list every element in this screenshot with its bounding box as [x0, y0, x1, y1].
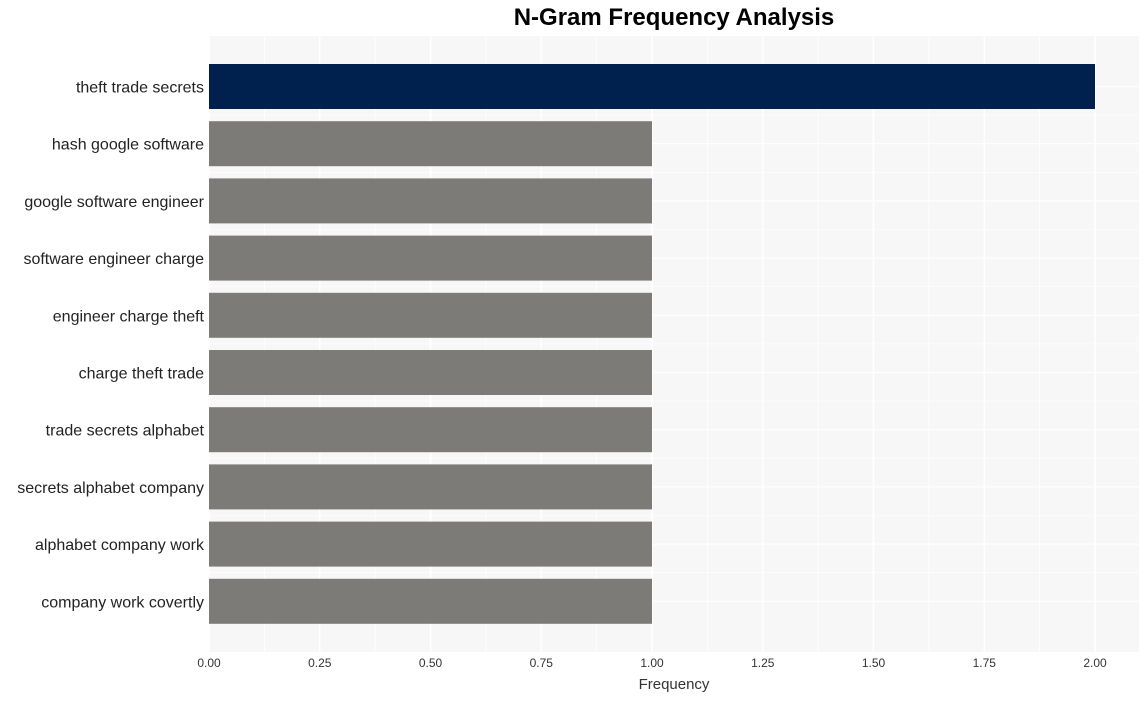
x-tick-label: 0.50	[419, 656, 443, 670]
bar-charge-theft-trade	[209, 350, 652, 395]
bar-hash-google-software	[209, 121, 652, 167]
x-tick-label: 1.75	[973, 656, 997, 670]
category-label: engineer charge theft	[53, 308, 205, 325]
bar-engineer-charge-theft	[209, 292, 652, 338]
category-label: charge theft trade	[79, 366, 205, 383]
x-tick-label: 2.00	[1083, 656, 1107, 670]
category-label: google software engineer	[24, 194, 204, 211]
x-tick-label: 0.75	[530, 656, 554, 670]
bar-company-work-covertly	[209, 578, 652, 624]
category-label: secrets alphabet company	[17, 480, 204, 497]
bar-chart: theft trade secrets hash google software g…	[17, 36, 1139, 693]
x-tick-label: 1.25	[751, 656, 775, 670]
bar-secrets-alphabet-company	[209, 464, 652, 510]
x-tick-labels: 0.00 0.25 0.50 0.75 1.00 1.25 1.50 1.75 2.00	[197, 656, 1107, 670]
x-tick-label: 1.50	[862, 656, 886, 670]
category-label: company work covertly	[41, 594, 204, 611]
category-labels: theft trade secrets hash google software g…	[17, 80, 205, 612]
x-tick-label: 0.25	[308, 656, 332, 670]
category-label: software engineer charge	[23, 251, 204, 268]
category-label: hash google software	[52, 137, 204, 154]
category-label: alphabet company work	[35, 537, 205, 554]
x-axis-title: Frequency	[639, 676, 710, 693]
x-tick-label: 0.00	[197, 656, 221, 670]
bar-alphabet-company-work	[209, 521, 652, 567]
bar-software-engineer-charge	[209, 235, 652, 281]
category-label: trade secrets alphabet	[46, 423, 205, 440]
category-label: theft trade secrets	[76, 80, 204, 97]
bar-google-software-engineer	[209, 178, 652, 224]
x-tick-label: 1.00	[640, 656, 664, 670]
bar-theft-trade-secrets	[209, 64, 1095, 109]
bar-trade-secrets-alphabet	[209, 407, 652, 453]
